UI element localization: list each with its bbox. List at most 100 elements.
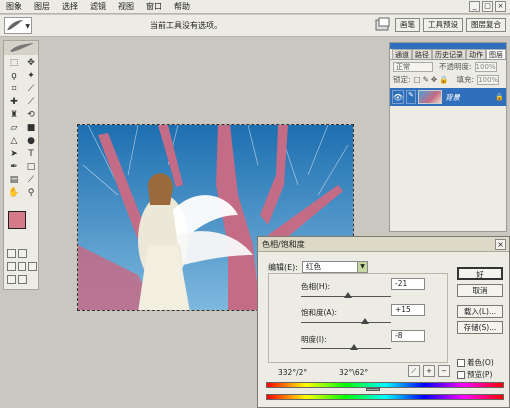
eye-icon[interactable]: 👁 [392,90,404,104]
quick-mask-icon[interactable] [18,249,27,258]
move-tool-icon[interactable]: ✥ [23,57,39,69]
eyedropper-tool-icon[interactable]: ⟋ [23,174,39,186]
screen-mode-full-icon[interactable] [28,262,38,271]
preview-checkbox[interactable] [457,370,465,379]
well-tab-layer-comps[interactable]: 图层复合 [466,18,506,32]
brush-tool-icon[interactable]: ⟋ [23,96,39,108]
minimize-button[interactable]: _ [469,1,480,12]
saturation-slider-track[interactable] [301,322,391,323]
eraser-tool-icon[interactable]: ▱ [6,122,22,134]
chevron-down-icon: ▼ [357,262,367,272]
magic-wand-tool-icon[interactable]: ✦ [23,70,39,82]
saturation-slider-thumb[interactable] [361,318,369,324]
screen-mode-standard-icon[interactable] [7,262,16,271]
dialog-title: 色相/饱和度 [262,239,305,249]
hue-value-field[interactable]: -21 [391,278,425,290]
blur-tool-icon[interactable]: △ [6,135,22,147]
layer-name: 背景 [445,92,460,102]
fill-label: 填充: [456,75,475,84]
brush-link-icon[interactable]: ✎ [406,90,416,104]
jump-to-imageready-icon[interactable] [7,275,16,284]
lock-icons[interactable]: □✎✥🔒 [414,75,451,84]
blend-row: 正常 不透明度: 100% [390,60,506,73]
menu-view[interactable]: 视图 [112,0,140,14]
close-window-button[interactable]: × [495,1,506,12]
eyedropper-add-icon[interactable]: + [423,365,435,377]
layer-row-background[interactable]: 👁 ✎ 背景 🔒 [390,88,506,106]
tab-paths[interactable]: 路径 [412,49,432,59]
dialog-titlebar[interactable]: 色相/饱和度 [258,237,509,252]
tab-channels[interactable]: 通道 [392,49,412,59]
standard-mode-icon[interactable] [7,249,16,258]
menu-help[interactable]: 帮助 [168,0,196,14]
tab-layers[interactable]: 图层 [486,49,506,59]
tab-actions[interactable]: 动作 [466,49,486,59]
crop-tool-icon[interactable]: ⌗ [6,83,22,95]
marquee-tool-icon[interactable]: ⬚ [6,57,22,69]
options-bar: ▼ 当前工具没有选项。 画笔 工具预设 图层复合 [0,15,510,37]
color-swatches [8,211,36,245]
menu-select[interactable]: 选择 [56,0,84,14]
close-button[interactable]: × [495,239,506,250]
adjust-group: 色相(H): -21 饱和度(A): +15 明度(I): -8 [268,273,448,363]
shape-tool-icon[interactable]: □ [23,161,39,173]
pen-tool-icon[interactable]: ✒ [6,161,22,173]
load-button[interactable]: 载入(L)... [457,305,503,318]
history-brush-tool-icon[interactable]: ⟲ [23,109,39,121]
menu-layer[interactable]: 图层 [28,0,56,14]
edit-channel-select[interactable]: 红色 ▼ [302,261,368,273]
colorize-checkbox-row[interactable]: 着色(O) [457,357,494,368]
restore-button[interactable]: □ [482,1,493,12]
well-tab-brushes[interactable]: 画笔 [395,18,420,32]
lasso-tool-icon[interactable]: ϙ [6,70,22,82]
range-left-readout: 332°/2° [278,368,308,377]
chevron-down-icon: ▼ [25,23,30,30]
output-spectrum-bar [266,394,504,400]
ok-button[interactable]: 好 [457,267,503,280]
foreground-color[interactable] [8,211,26,229]
fill-field[interactable]: 100% [477,74,500,85]
save-button[interactable]: 存储(S)... [457,321,503,334]
eyedropper-subtract-icon[interactable]: − [438,365,450,377]
hand-tool-icon[interactable]: ✋ [6,187,22,199]
tab-history[interactable]: 历史记录 [432,49,466,59]
menu-image[interactable]: 图象 [0,0,28,14]
lightness-slider-thumb[interactable] [350,344,358,350]
toolbox: ⬚ ✥ ϙ ✦ ⌗ ⟋ ✚ ⟋ ♜ ⟲ ▱ ■ △ ● ➤ T ✒ □ ▤ ⟋ … [3,40,39,290]
layer-thumbnail [418,90,442,104]
menu-filter[interactable]: 滤镜 [84,0,112,14]
tool-grid: ⬚ ✥ ϙ ✦ ⌗ ⟋ ✚ ⟋ ♜ ⟲ ▱ ■ △ ● ➤ T ✒ □ ▤ ⟋ … [4,55,38,201]
gradient-tool-icon[interactable]: ■ [23,122,39,134]
lightness-label: 明度(I): [301,335,327,344]
colorize-checkbox[interactable] [457,358,465,367]
file-browser-icon[interactable] [374,17,392,33]
lock-icon: 🔒 [495,93,504,101]
zoom-tool-icon[interactable]: ⚲ [23,187,39,199]
healing-brush-tool-icon[interactable]: ✚ [6,96,22,108]
slice-tool-icon[interactable]: ⟋ [23,83,39,95]
opacity-field[interactable]: 100% [474,61,497,72]
path-selection-tool-icon[interactable]: ➤ [6,148,22,160]
notes-tool-icon[interactable]: ▤ [6,174,22,186]
lightness-value-field[interactable]: -8 [391,330,425,342]
saturation-value-field[interactable]: +15 [391,304,425,316]
extra-tool-icon[interactable] [18,275,27,284]
type-tool-icon[interactable]: T [23,148,39,160]
dodge-tool-icon[interactable]: ● [23,135,39,147]
range-slider[interactable] [366,388,380,391]
screen-mode-full-menu-icon[interactable] [17,262,27,271]
well-tab-tool-presets[interactable]: 工具预设 [423,18,463,32]
preview-checkbox-row[interactable]: 预览(P) [457,369,492,380]
stamp-tool-icon[interactable]: ♜ [6,109,22,121]
cancel-button[interactable]: 取消 [457,284,503,297]
hue-slider-thumb[interactable] [344,292,352,298]
input-spectrum-bar [266,382,504,388]
palette-well: 画笔 工具预设 图层复合 [374,17,506,33]
lock-label: 锁定: [393,75,411,84]
blend-mode-select[interactable]: 正常 [393,61,433,72]
lightness-slider-track[interactable] [301,348,391,349]
menu-window[interactable]: 窗口 [140,0,168,14]
colorize-label: 着色(O) [467,358,494,367]
tool-preset-picker[interactable]: ▼ [4,17,32,34]
eyedropper-icon[interactable]: ⟋ [408,365,420,377]
